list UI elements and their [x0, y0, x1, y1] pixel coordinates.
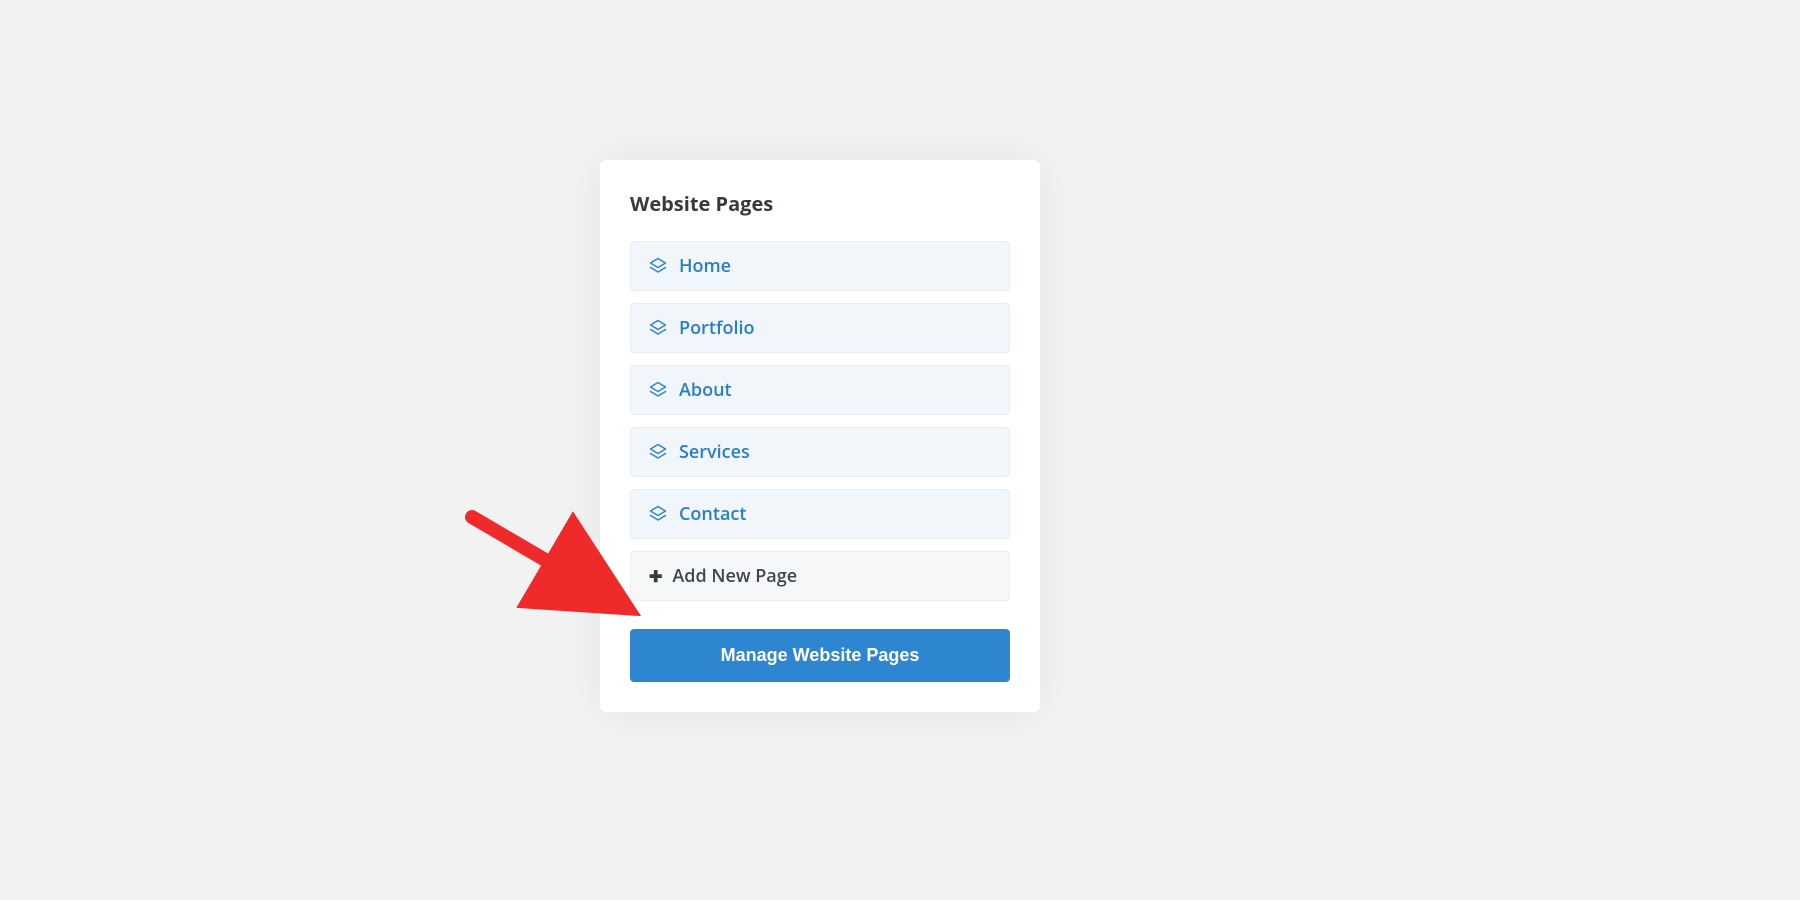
page-item-label: Home [679, 254, 731, 278]
layers-icon [649, 381, 667, 399]
page-item-portfolio[interactable]: Portfolio [630, 303, 1010, 353]
page-item-label: Services [679, 440, 750, 464]
add-new-page-label: Add New Page [672, 564, 797, 588]
plus-icon: ✚ [649, 568, 662, 584]
panel-title: Website Pages [630, 190, 1010, 217]
page-item-label: About [679, 378, 732, 402]
page-item-services[interactable]: Services [630, 427, 1010, 477]
manage-website-pages-button[interactable]: Manage Website Pages [630, 629, 1010, 682]
add-new-page-button[interactable]: ✚ Add New Page [630, 551, 1010, 601]
page-item-about[interactable]: About [630, 365, 1010, 415]
website-pages-panel: Website Pages Home Portfolio About [600, 160, 1040, 712]
layers-icon [649, 505, 667, 523]
page-item-contact[interactable]: Contact [630, 489, 1010, 539]
page-item-label: Contact [679, 502, 746, 526]
page-item-home[interactable]: Home [630, 241, 1010, 291]
layers-icon [649, 443, 667, 461]
page-item-label: Portfolio [679, 316, 754, 340]
layers-icon [649, 319, 667, 337]
layers-icon [649, 257, 667, 275]
